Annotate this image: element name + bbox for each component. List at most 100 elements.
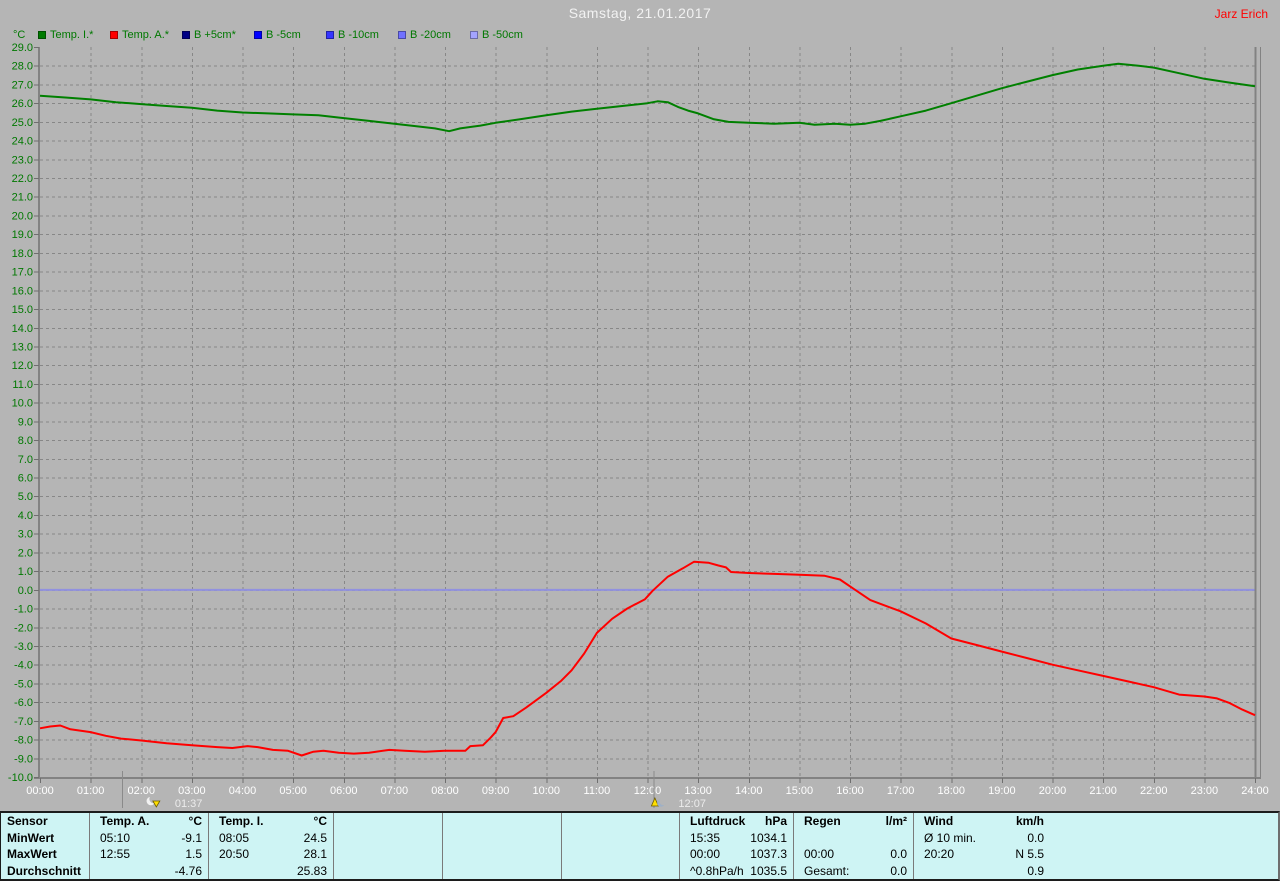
svg-text:28.0: 28.0 (12, 61, 33, 73)
svg-text:23:00: 23:00 (1191, 785, 1219, 797)
stat-value: 0.0 (890, 863, 907, 880)
svg-text:-9.0: -9.0 (14, 753, 33, 765)
svg-text:25.0: 25.0 (12, 117, 33, 129)
svg-text:-2.0: -2.0 (14, 622, 33, 634)
y-axis-unit: °C (13, 29, 38, 41)
svg-text:02:00: 02:00 (127, 785, 155, 797)
stat-time: 20:50 (215, 846, 249, 863)
legend-item-label: B +5cm* (194, 29, 236, 41)
stats-cell: 25.83 (209, 863, 333, 880)
sensor-name: Wind (920, 813, 953, 830)
stats-col-empty (333, 813, 442, 879)
stats-cell (443, 830, 561, 847)
legend-item-temp-a-: Temp. A.* (110, 29, 182, 41)
svg-text:11.0: 11.0 (12, 379, 33, 391)
stats-cell (334, 863, 442, 880)
stat-time (449, 846, 453, 863)
stats-row-label: Sensor (1, 813, 89, 830)
svg-text:20:00: 20:00 (1039, 785, 1067, 797)
legend-item-b-50cm: B -50cm (470, 29, 542, 41)
stat-value: 0.9 (1027, 863, 1044, 880)
legend-item-b-5cm: B -5cm (254, 29, 326, 41)
svg-text:00:00: 00:00 (26, 785, 54, 797)
svg-text:-4.0: -4.0 (14, 660, 33, 672)
svg-text:11:00: 11:00 (584, 785, 611, 797)
legend-item-temp-i-: Temp. I.* (38, 29, 110, 41)
stats-cell (562, 863, 679, 880)
stat-time: 05:10 (96, 830, 130, 847)
legend: °C Temp. I.*Temp. A.*B +5cm*B -5cmB -10c… (13, 29, 542, 41)
sensor-name: Luftdruck (686, 813, 745, 830)
stat-value: 1034.1 (750, 830, 787, 847)
stat-value: N 5.5 (1015, 846, 1044, 863)
chart-title: Samstag, 21.01.2017 (0, 5, 1280, 21)
sensor-name (340, 813, 344, 830)
stat-time: Ø 10 min. (920, 830, 976, 847)
svg-text:05:00: 05:00 (279, 785, 307, 797)
stat-value: 1.5 (185, 846, 202, 863)
svg-text:21.0: 21.0 (12, 192, 33, 204)
legend-item-b-20cm: B -20cm (398, 29, 470, 41)
svg-text:07:00: 07:00 (381, 785, 409, 797)
legend-swatch-icon (398, 31, 406, 39)
svg-text:12.0: 12.0 (12, 360, 33, 372)
stat-time (920, 863, 924, 880)
stats-cell: 15:351034.1 (680, 830, 793, 847)
svg-text:29.0: 29.0 (12, 42, 33, 54)
stat-time: 20:20 (920, 846, 954, 863)
stats-col-empty (561, 813, 679, 879)
legend-items: Temp. I.*Temp. A.*B +5cm*B -5cmB -10cmB … (38, 29, 542, 41)
sensor-name (568, 813, 572, 830)
sensor-unit: °C (189, 813, 202, 830)
svg-text:14.0: 14.0 (12, 323, 33, 335)
stat-time (449, 863, 453, 880)
axis-ticks (34, 48, 1256, 784)
stat-time (568, 863, 572, 880)
svg-text:1.0: 1.0 (18, 566, 33, 578)
legend-swatch-icon (470, 31, 478, 39)
svg-text:06:00: 06:00 (330, 785, 358, 797)
stats-cell: 00:001037.3 (680, 846, 793, 863)
sensor-unit: km/h (1016, 813, 1044, 830)
stat-value: -4.76 (175, 863, 202, 880)
stats-col-luftdruck: LuftdruckhPa15:351034.100:001037.3^0.8hP… (679, 813, 793, 879)
x-axis-labels: 00:0001:0002:0003:0004:0005:0006:0007:00… (26, 785, 1269, 797)
stat-time (449, 830, 453, 847)
stats-cell: 20:50 28.1 (209, 846, 333, 863)
svg-text:0.0: 0.0 (18, 585, 33, 597)
sensor-name: Regen (800, 813, 841, 830)
stats-cell (334, 846, 442, 863)
legend-item-label: B -5cm (266, 29, 301, 41)
svg-text:6.0: 6.0 (18, 473, 33, 485)
stat-value: 28.1 (304, 846, 327, 863)
stats-cell (334, 830, 442, 847)
svg-text:3.0: 3.0 (18, 529, 33, 541)
stat-time (568, 830, 572, 847)
stat-value: 0.0 (890, 846, 907, 863)
stat-time (96, 863, 100, 880)
stats-cell: Gesamt:0.0 (794, 863, 913, 880)
stats-cell: 00:000.0 (794, 846, 913, 863)
svg-text:9.0: 9.0 (18, 416, 33, 428)
stats-col-temp-a-: Temp. A.°C05:10-9.112:551.5-4.76 (89, 813, 208, 879)
svg-text:19.0: 19.0 (12, 229, 33, 241)
stat-value: 1037.3 (750, 846, 787, 863)
svg-text:22.0: 22.0 (12, 173, 33, 185)
marker-time-label: 01:37 (175, 798, 203, 810)
svg-text:10:00: 10:00 (532, 785, 560, 797)
marker-time-label: 12:07 (678, 798, 706, 810)
legend-swatch-icon (38, 31, 46, 39)
stat-value: 1035.5 (750, 863, 787, 880)
sensor-unit: °C (314, 813, 327, 830)
legend-swatch-icon (182, 31, 190, 39)
svg-text:21:00: 21:00 (1089, 785, 1117, 797)
svg-text:20.0: 20.0 (12, 210, 33, 222)
stat-time (340, 863, 344, 880)
author-label: Jarz Erich (1215, 7, 1268, 21)
legend-swatch-icon (110, 31, 118, 39)
sensor-name: Temp. I. (215, 813, 263, 830)
chart-canvas: 29.028.027.026.025.024.023.022.021.020.0… (0, 0, 1280, 812)
svg-text:5.0: 5.0 (18, 491, 33, 503)
svg-text:16.0: 16.0 (12, 285, 33, 297)
stats-row-label: MaxWert (1, 846, 89, 863)
